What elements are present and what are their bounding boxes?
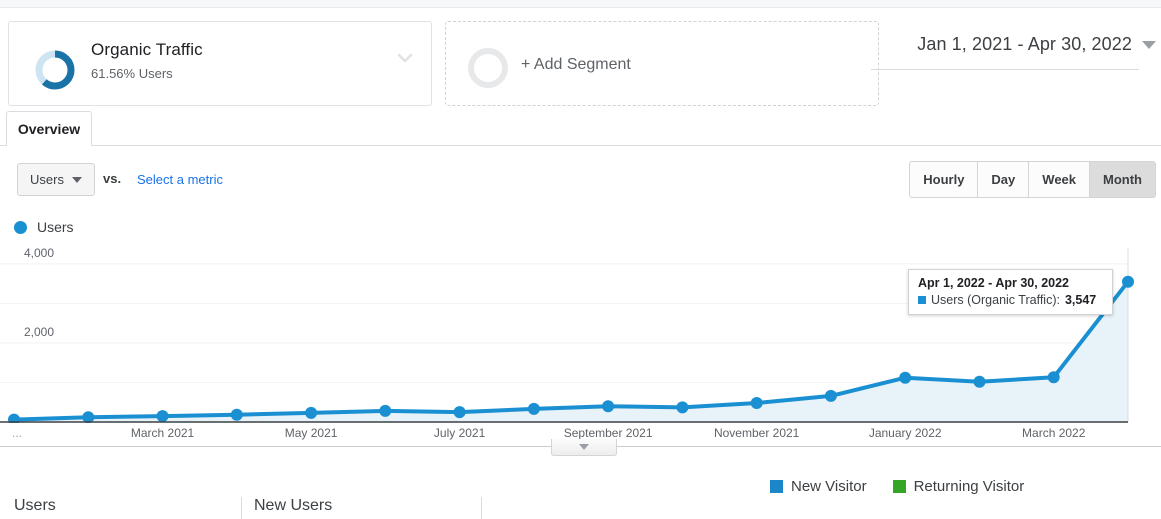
returning-visitor-label: Returning Visitor (913, 478, 1025, 495)
svg-text:4,000: 4,000 (24, 248, 54, 260)
tab-overview-label: Overview (17, 121, 81, 137)
visitor-type-legend: New Visitor Returning Visitor (770, 478, 1024, 495)
metric-divider (241, 497, 242, 519)
tab-overview[interactable]: Overview (6, 111, 92, 146)
tooltip-color-swatch (918, 296, 926, 304)
tooltip-date-range: Apr 1, 2022 - Apr 30, 2022 (918, 276, 1070, 290)
new-visitor-color-swatch (770, 480, 783, 493)
segment-percent: 61.56% Users (91, 66, 173, 81)
add-segment-button[interactable]: + Add Segment (445, 21, 879, 106)
chart-tooltip: Apr 1, 2022 - Apr 30, 2022 Users (Organi… (908, 269, 1113, 315)
tab-strip-divider (0, 145, 1161, 146)
x-axis-tick: September 2021 (563, 426, 653, 440)
granularity-hourly-label: Hourly (923, 172, 965, 187)
chart-series-legend: Users (14, 219, 74, 235)
granularity-day-button[interactable]: Day (978, 161, 1030, 198)
summary-metric-row: Users New Users (0, 497, 1161, 519)
granularity-week-label: Week (1042, 172, 1077, 187)
x-axis-tick: March 2021 (130, 426, 195, 440)
add-segment-ring-icon (468, 48, 508, 88)
caret-down-icon (71, 176, 82, 183)
segment-bar: Organic Traffic 61.56% Users + Add Segme… (0, 9, 1161, 106)
tooltip-series-row: Users (Organic Traffic): 3,547 (918, 293, 1103, 307)
metric-header-new-users[interactable]: New Users (254, 497, 332, 515)
chart-expander-button[interactable] (551, 439, 617, 456)
caret-down-icon (1142, 40, 1156, 49)
add-segment-label: + Add Segment (521, 55, 631, 73)
legend-item-returning-visitor[interactable]: Returning Visitor (892, 478, 1025, 495)
metric-select-button[interactable]: Users (17, 163, 95, 196)
x-axis-tick: May 2021 (284, 426, 338, 440)
top-strip (0, 0, 1161, 8)
select-a-metric-link[interactable]: Select a metric (137, 172, 223, 187)
legend-item-new-visitor[interactable]: New Visitor (770, 478, 867, 495)
date-range-underline (871, 69, 1139, 70)
series-color-dot (14, 220, 27, 234)
x-axis-tick: July 2021 (433, 426, 486, 440)
granularity-toggle-group: Hourly Day Week Month (909, 161, 1156, 198)
svg-text:2,000: 2,000 (24, 325, 54, 339)
caret-down-icon (579, 444, 589, 450)
returning-visitor-color-swatch (892, 480, 906, 493)
tooltip-series-label: Users (Organic Traffic): (931, 293, 1060, 307)
x-axis-tick: November 2021 (713, 426, 800, 440)
date-range-picker[interactable]: Jan 1, 2021 - Apr 30, 2022 (917, 34, 1156, 55)
x-axis-tick: ... (11, 426, 23, 440)
metric-select-label: Users (30, 172, 64, 187)
granularity-month-label: Month (1103, 172, 1142, 187)
tooltip-series-value: 3,547 (1064, 293, 1097, 307)
metric-divider (481, 497, 482, 519)
series-legend-label: Users (37, 219, 74, 235)
granularity-month-button[interactable]: Month (1090, 161, 1156, 198)
metric-header-users[interactable]: Users (14, 497, 56, 515)
x-axis-tick: March 2022 (1022, 426, 1086, 440)
date-range-label: Jan 1, 2021 - Apr 30, 2022 (917, 34, 1132, 54)
segment-card-organic-traffic[interactable]: Organic Traffic 61.56% Users (8, 21, 432, 106)
granularity-week-button[interactable]: Week (1029, 161, 1091, 198)
chevron-down-icon[interactable] (393, 46, 417, 70)
segment-name: Organic Traffic (91, 40, 203, 59)
analytics-overview-page: Organic Traffic 61.56% Users + Add Segme… (0, 0, 1161, 519)
new-visitor-label: New Visitor (791, 478, 867, 495)
vs-label: vs. (103, 171, 122, 186)
granularity-hourly-button[interactable]: Hourly (909, 161, 979, 198)
segment-donut-icon (35, 50, 75, 90)
x-axis-tick: January 2022 (868, 426, 942, 440)
granularity-day-label: Day (991, 172, 1016, 187)
